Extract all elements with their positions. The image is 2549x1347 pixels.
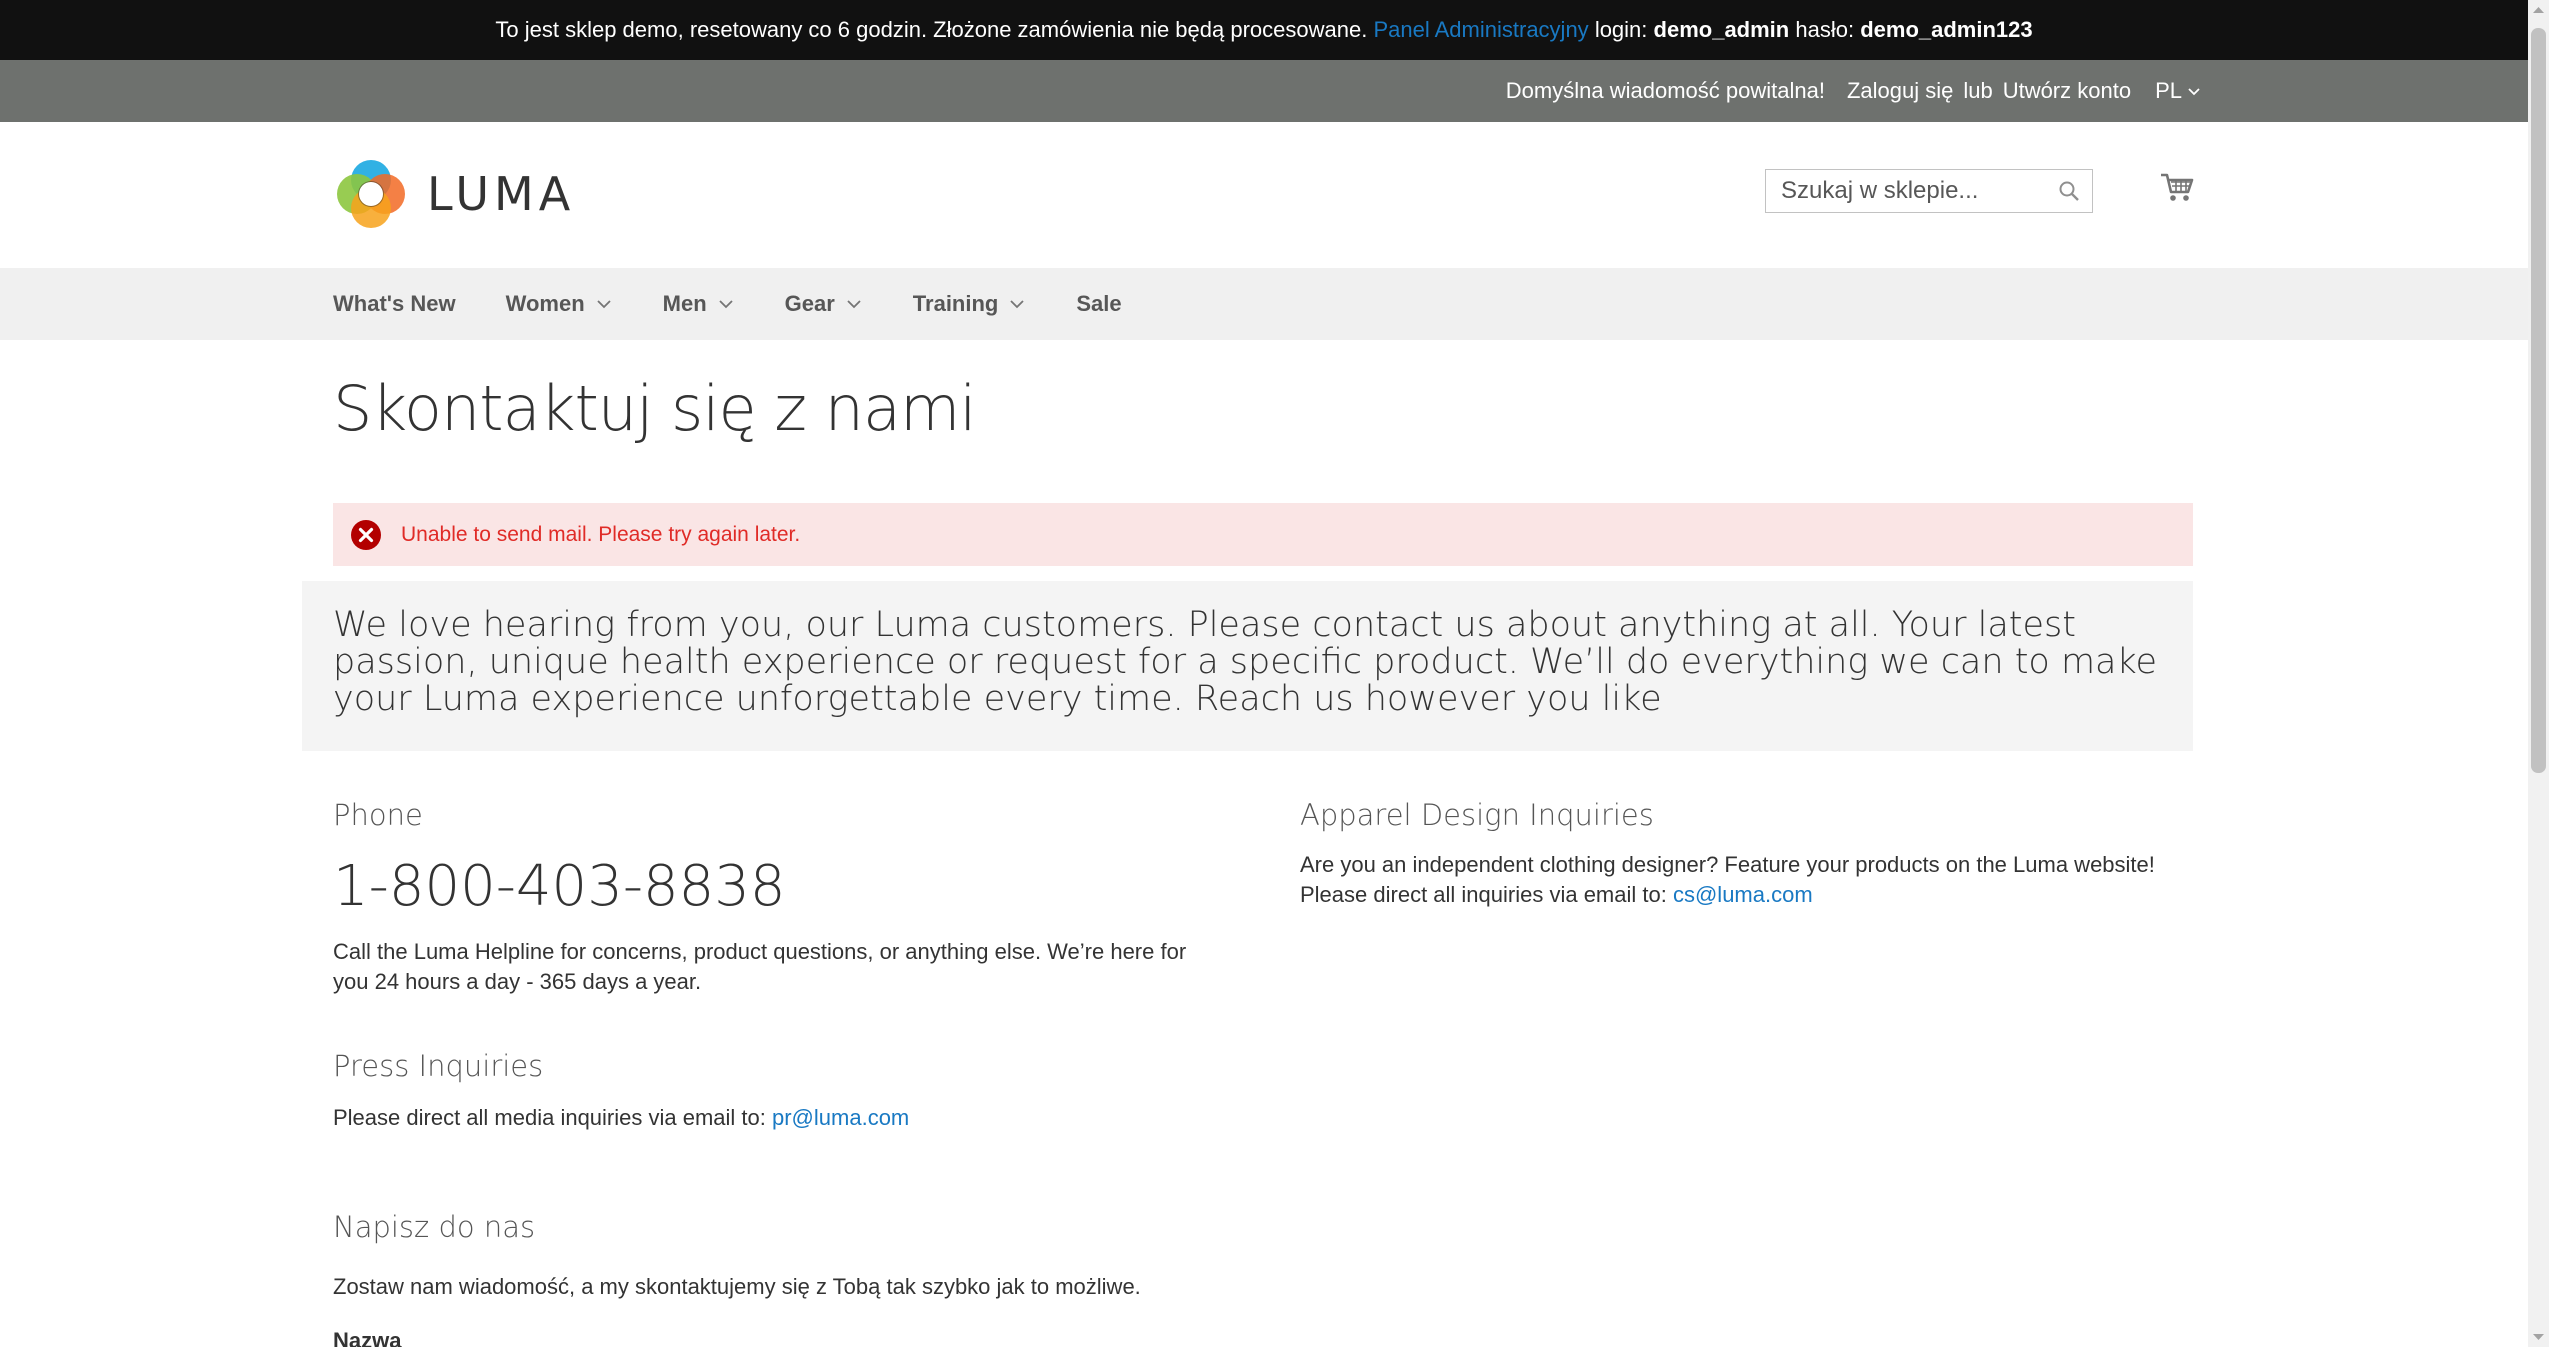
- press-inquiries-block: Press Inquiries Please direct all media …: [333, 1049, 1213, 1133]
- sign-in-link[interactable]: Zaloguj się: [1847, 78, 1953, 104]
- search-icon[interactable]: [2058, 180, 2080, 202]
- chevron-down-icon: [2188, 88, 2200, 96]
- error-message-text: Unable to send mail. Please try again la…: [401, 522, 801, 546]
- nav-item-whats-new[interactable]: What's New: [333, 291, 456, 317]
- nav-item-sale[interactable]: Sale: [1076, 291, 1121, 317]
- chevron-down-icon: [1010, 300, 1024, 309]
- page: To jest sklep demo, resetowany co 6 godz…: [0, 0, 2528, 1347]
- language-code: PL: [2155, 78, 2182, 103]
- name-field-label: Nazwa: [333, 1328, 402, 1347]
- chevron-down-icon: [719, 300, 733, 309]
- scrollbar-thumb[interactable]: [2531, 28, 2546, 773]
- contact-form-block: Napisz do nas Zostaw nam wiadomość, a my…: [333, 1210, 1833, 1347]
- contact-intro-block: We love hearing from you, our Luma custo…: [302, 581, 2193, 751]
- nav-item-label: Sale: [1076, 291, 1122, 316]
- login-label: login:: [1594, 17, 1648, 42]
- welcome-message: Domyślna wiadomość powitalna!: [1505, 78, 1825, 103]
- luma-logo-icon: [337, 160, 405, 228]
- or-separator: lub: [1963, 78, 1993, 103]
- apparel-inquiries-block: Apparel Design Inquiries Are you an inde…: [1300, 798, 2200, 910]
- nav-item-women[interactable]: Women: [506, 291, 613, 317]
- nav-item-men[interactable]: Men: [663, 291, 735, 317]
- phone-block: Phone 1-800-403-8838 Call the Luma Helpl…: [333, 798, 1213, 997]
- press-inquiries-text: Please direct all media inquiries via em…: [333, 1105, 766, 1130]
- press-email-link[interactable]: pr@luma.com: [772, 1105, 909, 1130]
- contact-intro-text: We love hearing from you, our Luma custo…: [333, 605, 2158, 719]
- phone-number: 1-800-403-8838: [333, 854, 786, 919]
- create-account-link[interactable]: Utwórz konto: [2003, 78, 2131, 104]
- scroll-down-arrow-icon[interactable]: [2528, 1326, 2549, 1347]
- error-message: Unable to send mail. Please try again la…: [333, 503, 2193, 566]
- contact-form-subtitle: Zostaw nam wiadomość, a my skontaktujemy…: [333, 1274, 1141, 1299]
- logo-text: LUMA: [427, 167, 576, 221]
- apparel-inquiries-text: Are you an independent clothing designer…: [1300, 852, 2155, 877]
- store-logo[interactable]: LUMA: [333, 156, 575, 232]
- cart-icon[interactable]: [2160, 172, 2194, 204]
- password-label: hasło:: [1795, 17, 1855, 42]
- phone-description: Call the Luma Helpline for concerns, pro…: [333, 939, 1187, 994]
- chevron-down-icon: [847, 300, 861, 309]
- nav-item-label: Men: [662, 291, 707, 316]
- nav-item-training[interactable]: Training: [913, 291, 1027, 317]
- scroll-up-arrow-icon[interactable]: [2528, 0, 2549, 21]
- page-title: Skontaktuj się z nami: [333, 372, 977, 445]
- press-inquiries-title: Press Inquiries: [333, 1049, 544, 1083]
- nav-item-label: Women: [505, 291, 585, 316]
- nav-item-label: Gear: [784, 291, 835, 316]
- demo-notice-banner: To jest sklep demo, resetowany co 6 godz…: [0, 0, 2528, 60]
- main-navigation: What's New Women Men Gear Training Sale: [0, 268, 2528, 340]
- search-box: [1765, 169, 2093, 213]
- error-icon: [351, 519, 381, 550]
- nav-item-gear[interactable]: Gear: [785, 291, 863, 317]
- apparel-email-link[interactable]: cs@luma.com: [1673, 882, 1813, 907]
- login-value: demo_admin: [1653, 17, 1790, 42]
- nav-item-label: What's New: [333, 291, 456, 316]
- password-value: demo_admin123: [1860, 17, 2033, 42]
- search-input[interactable]: [1779, 170, 2053, 212]
- language-switcher[interactable]: PL: [2155, 78, 2202, 104]
- chevron-down-icon: [597, 300, 611, 309]
- apparel-inquiries-title: Apparel Design Inquiries: [1300, 798, 1654, 832]
- panel-header: Domyślna wiadomość powitalna! Zaloguj si…: [0, 60, 2528, 122]
- admin-panel-link[interactable]: Panel Administracyjny: [1373, 17, 1588, 42]
- contact-form-title: Napisz do nas: [333, 1210, 536, 1244]
- page-scrollbar[interactable]: [2528, 0, 2549, 1347]
- nav-item-label: Training: [912, 291, 999, 316]
- site-header: LUMA: [0, 122, 2528, 268]
- demo-notice-text: To jest sklep demo, resetowany co 6 godz…: [495, 17, 1368, 42]
- phone-title: Phone: [333, 798, 423, 832]
- apparel-inquiries-direct-text: Please direct all inquiries via email to…: [1300, 882, 1667, 907]
